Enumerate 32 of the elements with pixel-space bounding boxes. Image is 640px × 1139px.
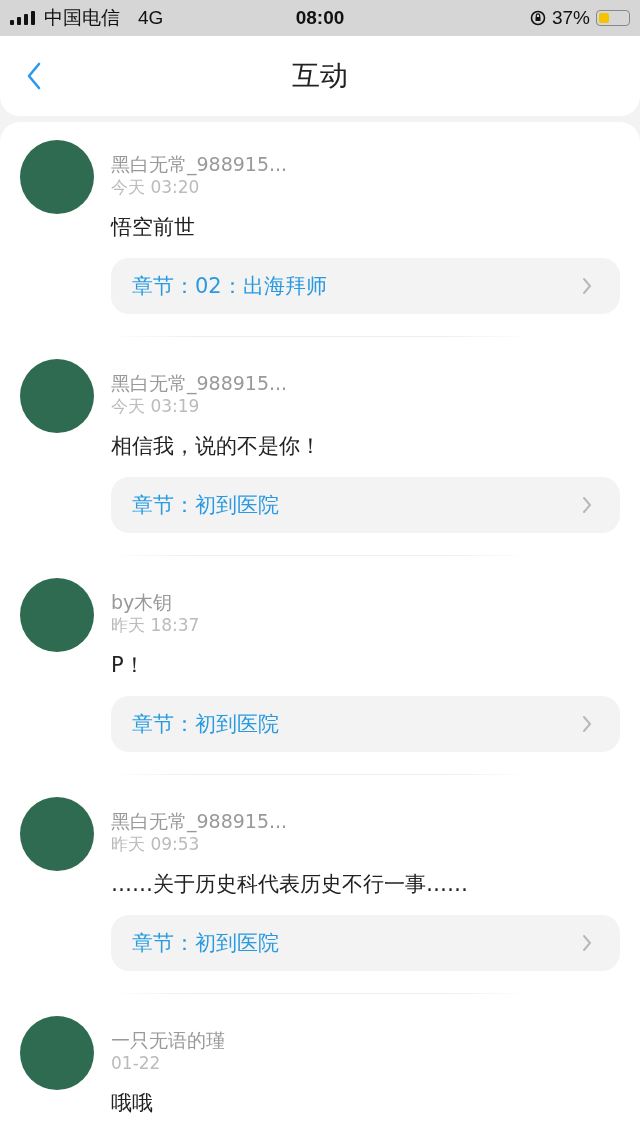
comment-time: 今天 03:20 <box>111 176 200 198</box>
carrier-name: 中国电信 <box>44 6 120 30</box>
user-name[interactable]: 黑白无常_988915... <box>111 809 288 833</box>
comment-time: 01-22 <box>111 1052 161 1074</box>
chapter-link[interactable]: 章节：初到医院 <box>111 477 620 533</box>
rotation-lock-icon <box>529 10 546 26</box>
chapter-link[interactable]: 章节：初到医院 <box>111 915 620 971</box>
status-time: 08:00 <box>295 7 345 29</box>
network-type: 4G <box>138 7 164 29</box>
user-name[interactable]: 黑白无常_988915... <box>111 152 288 176</box>
chevron-icon <box>582 277 592 295</box>
comment-text: 哦哦 <box>111 1090 153 1117</box>
chevron-icon <box>582 934 592 952</box>
page-title: 互动 <box>292 58 348 94</box>
chapter-link[interactable]: 章节：02：出海拜师 <box>111 258 620 314</box>
battery-percent: 37% <box>551 7 590 29</box>
comment-text: P！ <box>111 652 145 679</box>
back-icon[interactable] <box>27 62 41 90</box>
comment-text: 相信我，说的不是你！ <box>111 433 321 460</box>
battery-icon <box>596 10 630 26</box>
chapter-link[interactable]: 章节：初到医院 <box>111 696 620 752</box>
comment-text: ……关于历史科代表历史不行一事…… <box>111 871 468 898</box>
user-name[interactable]: 一只无语的瑾 <box>111 1028 225 1052</box>
signal-icon <box>10 11 36 25</box>
chevron-icon <box>582 715 592 733</box>
comment-text: 悟空前世 <box>111 214 195 241</box>
comment-time: 昨天 18:37 <box>111 614 200 636</box>
user-name[interactable]: 黑白无常_988915... <box>111 371 288 395</box>
comment-time: 今天 03:19 <box>111 395 200 417</box>
user-name[interactable]: by木钥 <box>111 590 173 614</box>
chevron-icon <box>582 496 592 514</box>
comment-time: 昨天 09:53 <box>111 833 200 855</box>
